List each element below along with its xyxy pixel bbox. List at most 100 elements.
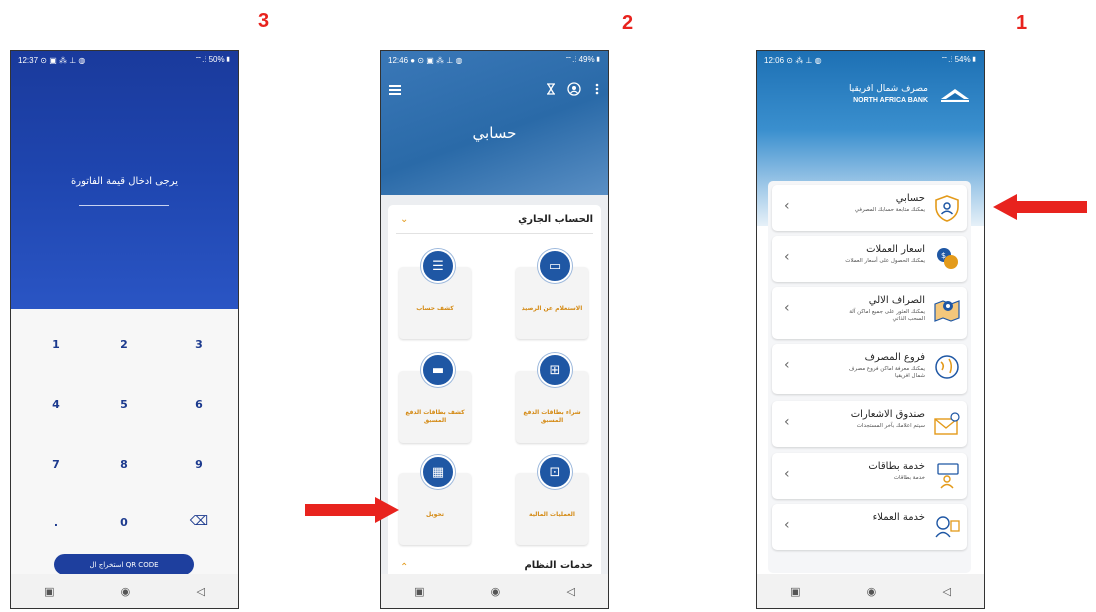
divider — [396, 233, 593, 234]
list-item-atm[interactable]: ‹ الصراف الالي يمكنك العثور على جميع اما… — [772, 287, 967, 339]
amount-input-line[interactable] — [79, 205, 169, 206]
key-6[interactable]: 6 — [169, 398, 229, 411]
page-title: حسابي — [472, 124, 517, 142]
home-icon[interactable]: ◉ — [867, 585, 877, 598]
tile-balance-inquiry[interactable]: ▭ الاستعلام عن الرصيد — [516, 249, 588, 339]
status-icons: ⊙ ▣ ⁂ ⊥ ◍ — [40, 55, 86, 65]
step-number-1: 1 — [1016, 12, 1028, 34]
key-2[interactable]: 2 — [94, 338, 154, 351]
tile-label: شراء بطاقات الدفع المسبق — [523, 409, 581, 424]
tile-buy-prepaid-cards[interactable]: ⊞ شراء بطاقات الدفع المسبق — [516, 353, 588, 443]
key-7[interactable]: 7 — [26, 458, 86, 471]
item-title: حسابي — [895, 193, 925, 204]
android-nav-bar: ▣ ◉ ◁ — [11, 574, 238, 608]
back-icon[interactable]: ◁ — [566, 585, 574, 598]
section-system-services[interactable]: خدمات النظام — [524, 560, 593, 571]
hourglass-icon[interactable] — [546, 83, 556, 95]
tile-label: الاستعلام عن الرصيد — [521, 305, 583, 312]
services-list: ‹ حسابي يمكنك متابعة حسابك المصرفي ‹ اسع… — [768, 181, 971, 573]
status-battery: ⌔.⫶ 54%▮ — [940, 55, 977, 64]
list-item-customer-service[interactable]: ‹ خدمة العملاء — [772, 504, 967, 550]
key-4[interactable]: 4 — [26, 398, 86, 411]
arrow-pointing-transfer — [305, 497, 399, 523]
customer-service-icon — [935, 516, 960, 538]
android-nav-bar: ▣ ◉ ◁ — [757, 574, 984, 608]
item-subtitle: يمكنك معرفة اماكن فروع مصرف شمال افريقيا — [848, 366, 925, 379]
status-time: 12:06 — [764, 55, 785, 65]
android-nav-bar: ▣ ◉ ◁ — [381, 574, 608, 608]
bank-name-english: NORTH AFRICA BANK — [853, 97, 928, 104]
tile-label: كشف حساب — [416, 305, 454, 312]
item-subtitle: يمكنك الحصول على أسعار العملات — [845, 258, 925, 264]
bank-name-arabic: مصرف شمال افريقيا — [849, 84, 928, 94]
chevron-left-icon: ‹ — [784, 466, 790, 482]
bank-logo — [941, 89, 969, 102]
tile-label: تحويل — [426, 511, 444, 518]
key-decimal[interactable]: . — [26, 516, 86, 529]
key-3[interactable]: 3 — [169, 338, 229, 351]
status-icons: ● ⊙ ▣ ⁂ ⊥ ◍ — [410, 55, 463, 65]
home-icon[interactable]: ◉ — [491, 585, 501, 598]
hamburger-icon[interactable] — [389, 85, 403, 95]
globe-icon — [935, 355, 959, 379]
key-8[interactable]: 8 — [94, 458, 154, 471]
item-title: خدمة العملاء — [872, 512, 925, 523]
recent-apps-icon[interactable]: ▣ — [414, 585, 424, 598]
backspace-icon[interactable]: ⌫ — [169, 514, 229, 529]
status-bar: 12:46 ● ⊙ ▣ ⁂ ⊥ ◍ ⌔.⫶ 49%▮ — [381, 51, 608, 69]
key-0[interactable]: 0 — [94, 516, 154, 529]
chevron-left-icon: ‹ — [784, 414, 790, 430]
chevron-left-icon: ‹ — [784, 249, 790, 265]
item-subtitle: خدمة بطاقات — [893, 475, 925, 481]
tile-prepaid-card-statement[interactable]: ▬ كشف بطاقات الدفع المسبق — [399, 353, 471, 443]
chevron-left-icon: ‹ — [784, 517, 790, 533]
chevron-left-icon: ‹ — [784, 300, 790, 316]
list-item-my-account[interactable]: ‹ حسابي يمكنك متابعة حسابك المصرفي — [772, 185, 967, 231]
account-header: 12:46 ● ⊙ ▣ ⁂ ⊥ ◍ ⌔.⫶ 49%▮ — [381, 51, 608, 195]
tile-financial-operations[interactable]: ⊡ العمليات المالية — [516, 455, 588, 545]
chevron-up-icon[interactable]: ⌃ — [400, 562, 408, 573]
more-icon[interactable] — [595, 83, 599, 95]
tile-label: العمليات المالية — [529, 511, 575, 518]
item-title: الصراف الالي — [868, 295, 925, 306]
home-icon[interactable]: ◉ — [121, 585, 131, 598]
item-subtitle: يمكنك متابعة حسابك المصرفي — [854, 207, 925, 213]
qr-code-icon: ▦ — [421, 455, 455, 489]
currency-icon: $ — [937, 248, 958, 269]
chevron-left-icon: ‹ — [784, 198, 790, 214]
list-item-branches[interactable]: ‹ فروع المصرف يمكنك معرفة اماكن فروع مصر… — [772, 344, 967, 394]
card-service-icon — [937, 463, 959, 489]
back-icon[interactable]: ◁ — [196, 585, 204, 598]
chevron-down-icon[interactable]: ⌄ — [400, 214, 408, 225]
step-number-3: 3 — [258, 10, 270, 32]
key-5[interactable]: 5 — [94, 398, 154, 411]
item-title: صندوق الاشعارات — [850, 409, 925, 420]
bill-amount-prompt: يرجى ادخال قيمة الفاتورة — [71, 176, 178, 187]
recent-apps-icon[interactable]: ▣ — [790, 585, 800, 598]
list-item-exchange-rates[interactable]: ‹ اسعار العملات يمكنك الحصول على أسعار ا… — [772, 236, 967, 282]
status-bar: 12:37 ⊙ ▣ ⁂ ⊥ ◍ ⌔.⫶ 50%▮ — [11, 51, 238, 69]
tile-transfer[interactable]: ▦ تحويل — [399, 455, 471, 545]
status-time: 12:46 — [388, 55, 409, 65]
step-number-2: 2 — [622, 12, 634, 34]
phone-screen-main-menu: 12:06 ⊙ ⁂ ⊥ ◍ ⌔.⫶ 54%▮ مصرف شمال افريقيا… — [756, 50, 985, 609]
mail-icon — [934, 412, 960, 435]
status-battery: ⌔.⫶ 50%▮ — [194, 55, 231, 64]
statement-icon: ☰ — [421, 249, 455, 283]
phone-screen-my-account: 12:46 ● ⊙ ▣ ⁂ ⊥ ◍ ⌔.⫶ 49%▮ حسابي ⌄ الحسا… — [380, 50, 609, 609]
list-item-notifications[interactable]: ‹ صندوق الاشعارات سيتم اعلامك بآخر المست… — [772, 401, 967, 447]
back-icon[interactable]: ◁ — [942, 585, 950, 598]
tile-account-statement[interactable]: ☰ كشف حساب — [399, 249, 471, 339]
key-1[interactable]: 1 — [26, 338, 86, 351]
account-icon[interactable] — [567, 82, 581, 96]
generate-qr-code-button[interactable]: استخراج ال QR CODE — [54, 554, 194, 575]
key-9[interactable]: 9 — [169, 458, 229, 471]
recent-apps-icon[interactable]: ▣ — [44, 585, 54, 598]
section-current-account[interactable]: الحساب الجاري — [518, 214, 593, 225]
cart-icon: ⊞ — [538, 353, 572, 387]
account-card: ⌄ الحساب الجاري ▭ الاستعلام عن الرصيد ☰ … — [388, 205, 601, 581]
list-item-card-service[interactable]: ‹ خدمة بطاقات خدمة بطاقات — [772, 453, 967, 499]
phone-screen-bill-amount: 12:37 ⊙ ▣ ⁂ ⊥ ◍ ⌔.⫶ 50%▮ يرجى ادخال قيمة… — [10, 50, 239, 609]
item-title: فروع المصرف — [864, 352, 925, 363]
card-icon: ▬ — [421, 353, 455, 387]
